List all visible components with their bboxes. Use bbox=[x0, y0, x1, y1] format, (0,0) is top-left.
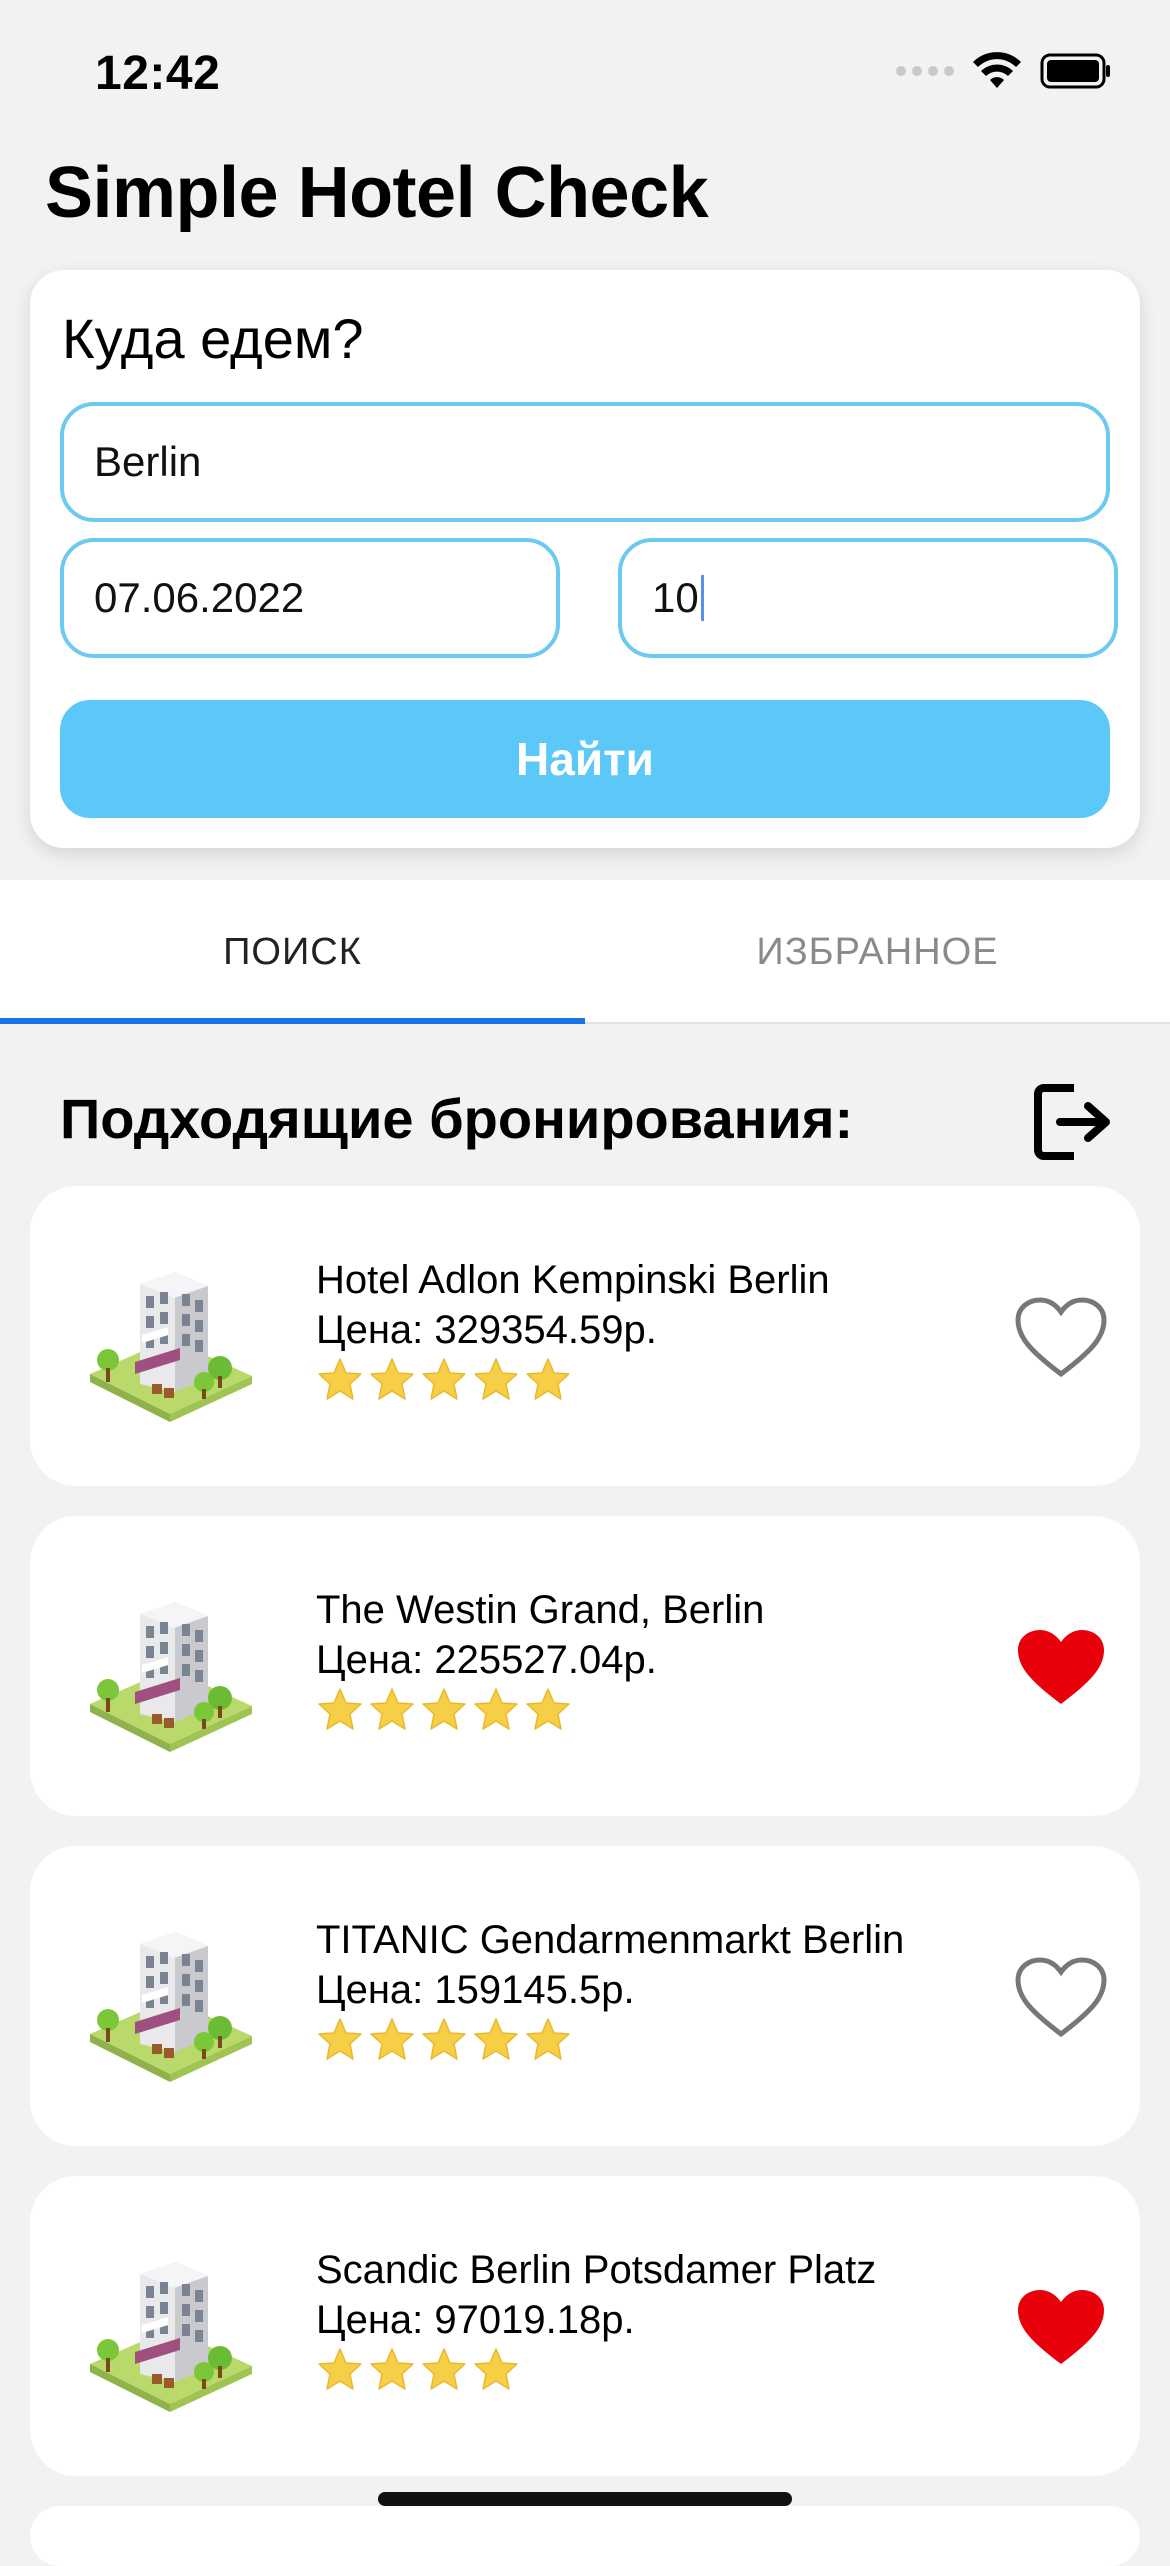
text-caret bbox=[700, 575, 704, 621]
star-icon bbox=[526, 1358, 570, 1400]
logout-icon[interactable] bbox=[1030, 1080, 1114, 1164]
hotel-card-partial[interactable] bbox=[30, 2506, 1140, 2566]
hotel-name: Scandic Berlin Potsdamer Platz bbox=[316, 2248, 877, 2292]
hotel-building-icon bbox=[90, 1602, 252, 1752]
star-icon bbox=[526, 1688, 570, 1730]
hotel-rating bbox=[316, 2016, 572, 2064]
hotel-card[interactable]: Scandic Berlin Potsdamer Platz Цена: 970… bbox=[30, 2176, 1140, 2476]
tab-active-indicator bbox=[0, 1018, 585, 1024]
find-button[interactable]: Найти bbox=[60, 700, 1110, 818]
star-icon bbox=[474, 2348, 518, 2390]
results-title: Подходящие бронирования: bbox=[60, 1087, 854, 1150]
hotel-building-icon bbox=[90, 1932, 252, 2082]
favorite-filled-icon[interactable] bbox=[1014, 2286, 1108, 2370]
search-card: Куда едем? Berlin 07.06.2022 10 Найти bbox=[30, 270, 1140, 848]
hotel-card[interactable]: The Westin Grand, Berlin Цена: 225527.04… bbox=[30, 1516, 1140, 1816]
star-icon bbox=[474, 1358, 518, 1400]
star-icon bbox=[474, 1688, 518, 1730]
status-time: 12:42 bbox=[95, 47, 221, 100]
hotel-price: Цена: 329354.59р. bbox=[316, 1308, 657, 1352]
hotel-card[interactable]: TITANIC Gendarmenmarkt Berlin Цена: 1591… bbox=[30, 1846, 1140, 2146]
hotel-card[interactable]: Hotel Adlon Kempinski Berlin Цена: 32935… bbox=[30, 1186, 1140, 1486]
search-heading: Куда едем? bbox=[62, 307, 364, 370]
favorite-outline-icon[interactable] bbox=[1014, 1956, 1108, 2040]
favorite-filled-icon[interactable] bbox=[1014, 1626, 1108, 1710]
hotel-name: Hotel Adlon Kempinski Berlin bbox=[316, 1258, 830, 1302]
star-icon bbox=[422, 2348, 466, 2390]
hotel-rating bbox=[316, 1686, 572, 1734]
tab-search[interactable]: ПОИСК bbox=[0, 880, 585, 1024]
nights-input-value: 10 bbox=[652, 574, 699, 621]
star-icon bbox=[370, 1688, 414, 1730]
star-icon bbox=[526, 2018, 570, 2060]
battery-icon bbox=[1040, 53, 1110, 89]
star-icon bbox=[474, 2018, 518, 2060]
hotel-name: TITANIC Gendarmenmarkt Berlin bbox=[316, 1918, 905, 1962]
hotel-price: Цена: 159145.5р. bbox=[316, 1968, 635, 2012]
star-icon bbox=[422, 1688, 466, 1730]
star-icon bbox=[370, 2348, 414, 2390]
wifi-icon bbox=[973, 52, 1021, 88]
hotel-rating bbox=[316, 1356, 572, 1404]
hotel-rating bbox=[316, 2346, 520, 2394]
status-icons bbox=[896, 52, 1112, 90]
hotel-price: Цена: 97019.18р. bbox=[316, 2298, 635, 2342]
tab-favorites[interactable]: ИЗБРАННОЕ bbox=[585, 880, 1170, 1024]
star-icon bbox=[318, 2348, 362, 2390]
hotel-name: The Westin Grand, Berlin bbox=[316, 1588, 765, 1632]
star-icon bbox=[422, 1358, 466, 1400]
cellular-signal-icon bbox=[896, 66, 954, 76]
star-icon bbox=[318, 1358, 362, 1400]
star-icon bbox=[370, 1358, 414, 1400]
city-input[interactable]: Berlin bbox=[60, 402, 1110, 522]
star-icon bbox=[422, 2018, 466, 2060]
date-input-value: 07.06.2022 bbox=[94, 574, 305, 621]
status-bar: 12:42 bbox=[0, 0, 1170, 150]
star-icon bbox=[370, 2018, 414, 2060]
star-icon bbox=[318, 1688, 362, 1730]
hotel-building-icon bbox=[90, 1272, 252, 1422]
home-indicator bbox=[378, 2492, 792, 2506]
app-title: Simple Hotel Check bbox=[45, 153, 709, 233]
city-input-value: Berlin bbox=[94, 438, 202, 485]
hotel-price: Цена: 225527.04р. bbox=[316, 1638, 657, 1682]
tab-bar: ПОИСК ИЗБРАННОЕ bbox=[0, 880, 1170, 1024]
star-icon bbox=[318, 2018, 362, 2060]
favorite-outline-icon[interactable] bbox=[1014, 1296, 1108, 1380]
hotel-building-icon bbox=[90, 2262, 252, 2412]
date-input[interactable]: 07.06.2022 bbox=[60, 538, 560, 658]
nights-input[interactable]: 10 bbox=[618, 538, 1118, 658]
